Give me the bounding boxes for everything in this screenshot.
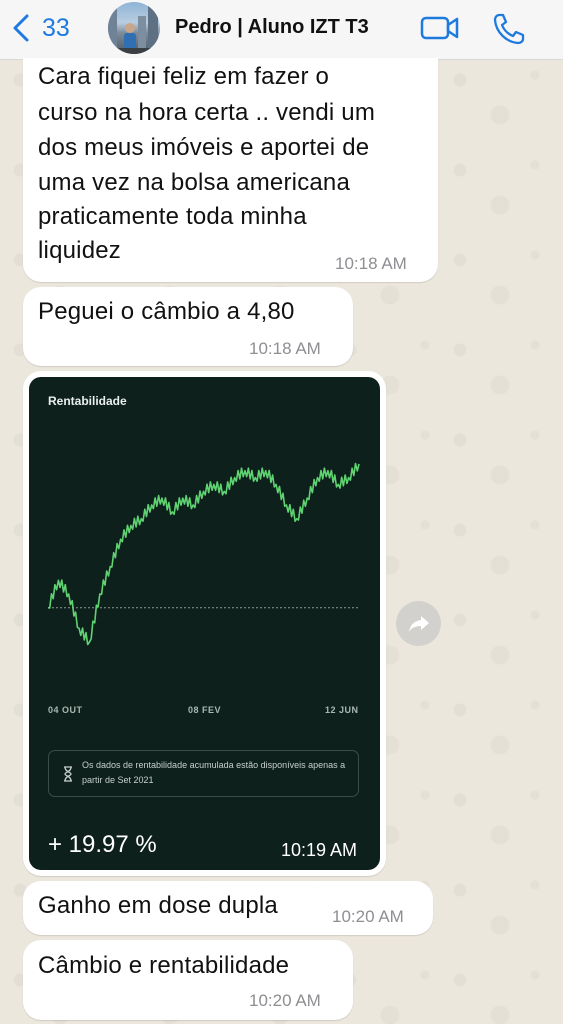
avatar[interactable]: [108, 2, 160, 54]
line-chart: [47, 462, 360, 646]
message-time: 10:18 AM: [249, 339, 321, 358]
unread-count: 33: [42, 13, 70, 42]
message-bubble[interactable]: Ganho em dose dupla 10:20 AM: [23, 881, 433, 935]
x-tick-label: 12 JUN: [325, 705, 359, 715]
message-time: 10:18 AM: [335, 254, 407, 273]
x-tick-label: 04 OUT: [48, 705, 83, 715]
back-button[interactable]: 33: [10, 10, 70, 46]
message-line: uma vez na bolsa americana: [38, 169, 351, 196]
return-percentage: + 19.97 %: [48, 831, 157, 858]
video-camera-icon[interactable]: [420, 12, 460, 44]
message-line: praticamente toda minha: [38, 203, 307, 230]
message-text: Peguei o câmbio a 4,80: [38, 298, 295, 325]
message-text: Câmbio e rentabilidade: [38, 952, 290, 979]
message-time: 10:19 AM: [281, 840, 358, 860]
message-line: dos meus imóveis e aportei de: [38, 134, 370, 161]
message-bubble[interactable]: Peguei o câmbio a 4,80 10:18 AM: [23, 287, 353, 366]
chart-title: Rentabilidade: [48, 394, 127, 408]
series-line: [47, 462, 360, 646]
x-tick-label: 08 FEV: [188, 705, 222, 715]
phone-icon[interactable]: [492, 12, 526, 46]
message-line: curso na hora certa .. vendi um: [38, 99, 376, 126]
message-time: 10:20 AM: [332, 907, 404, 926]
info-text: Os dados de rentabilidade acumulada estã…: [82, 760, 346, 785]
chat-header: 33 Pedro | Aluno IZT T3: [0, 0, 563, 60]
hourglass-icon: [64, 766, 72, 782]
chat-title[interactable]: Pedro | Aluno IZT T3: [175, 16, 369, 39]
message-bubble[interactable]: Cara fiquei feliz em fazer o curso na ho…: [23, 58, 438, 282]
message-line: Cara fiquei feliz em fazer o: [38, 63, 330, 90]
forward-arrow-icon: [408, 615, 429, 632]
forward-button[interactable]: [396, 601, 441, 646]
chevron-left-icon: [13, 14, 29, 42]
chart-image[interactable]: Rentabilidade 04 OUT 08 FEV 12 JUN Os da…: [29, 377, 380, 870]
message-time: 10:20 AM: [249, 991, 321, 1010]
message-line: liquidez: [38, 237, 121, 264]
message-bubble[interactable]: Câmbio e rentabilidade 10:20 AM: [23, 940, 353, 1020]
message-text: Ganho em dose dupla: [38, 892, 278, 919]
avatar-photo: [108, 6, 160, 54]
info-note: Os dados de rentabilidade acumulada estã…: [48, 750, 359, 797]
